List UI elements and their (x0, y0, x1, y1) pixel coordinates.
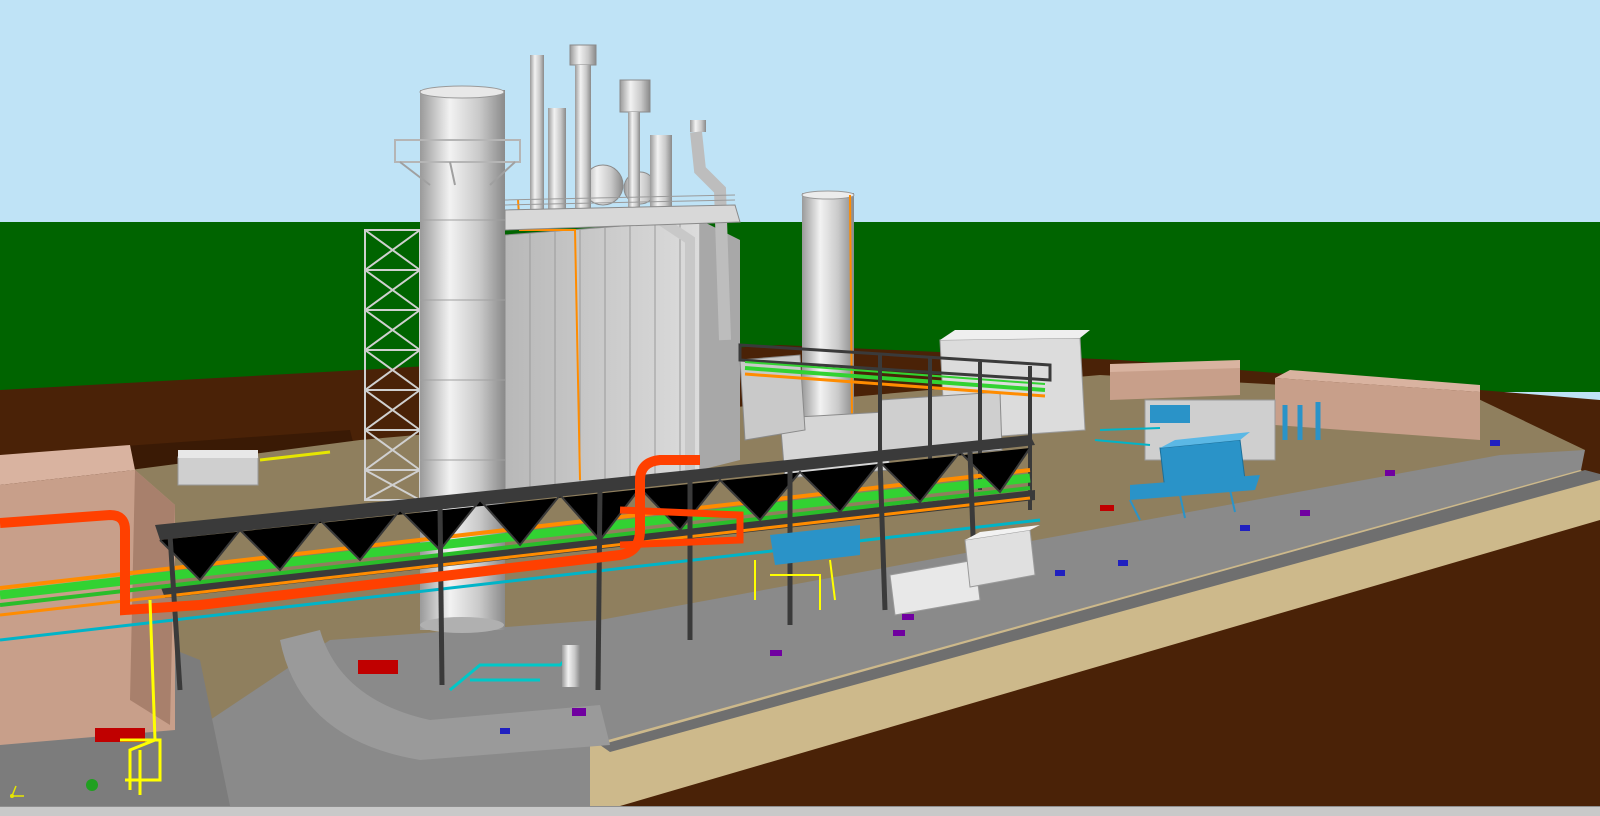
blue-unit-2 (1150, 405, 1190, 423)
left-skid (177, 456, 259, 486)
left-skid-top (178, 450, 258, 458)
main-stack-base (420, 617, 504, 633)
main-stack-top (419, 85, 505, 99)
green-valve (86, 779, 98, 791)
bypass-stack (802, 193, 854, 418)
status-bar (0, 806, 1600, 816)
sky (0, 0, 1600, 225)
red-pad-1 (358, 660, 398, 674)
plant-3d-scene[interactable] (0, 0, 1600, 806)
3d-model-viewport[interactable] (0, 0, 1600, 816)
bypass-stack-top (801, 190, 855, 200)
bottom-tank (562, 645, 580, 687)
